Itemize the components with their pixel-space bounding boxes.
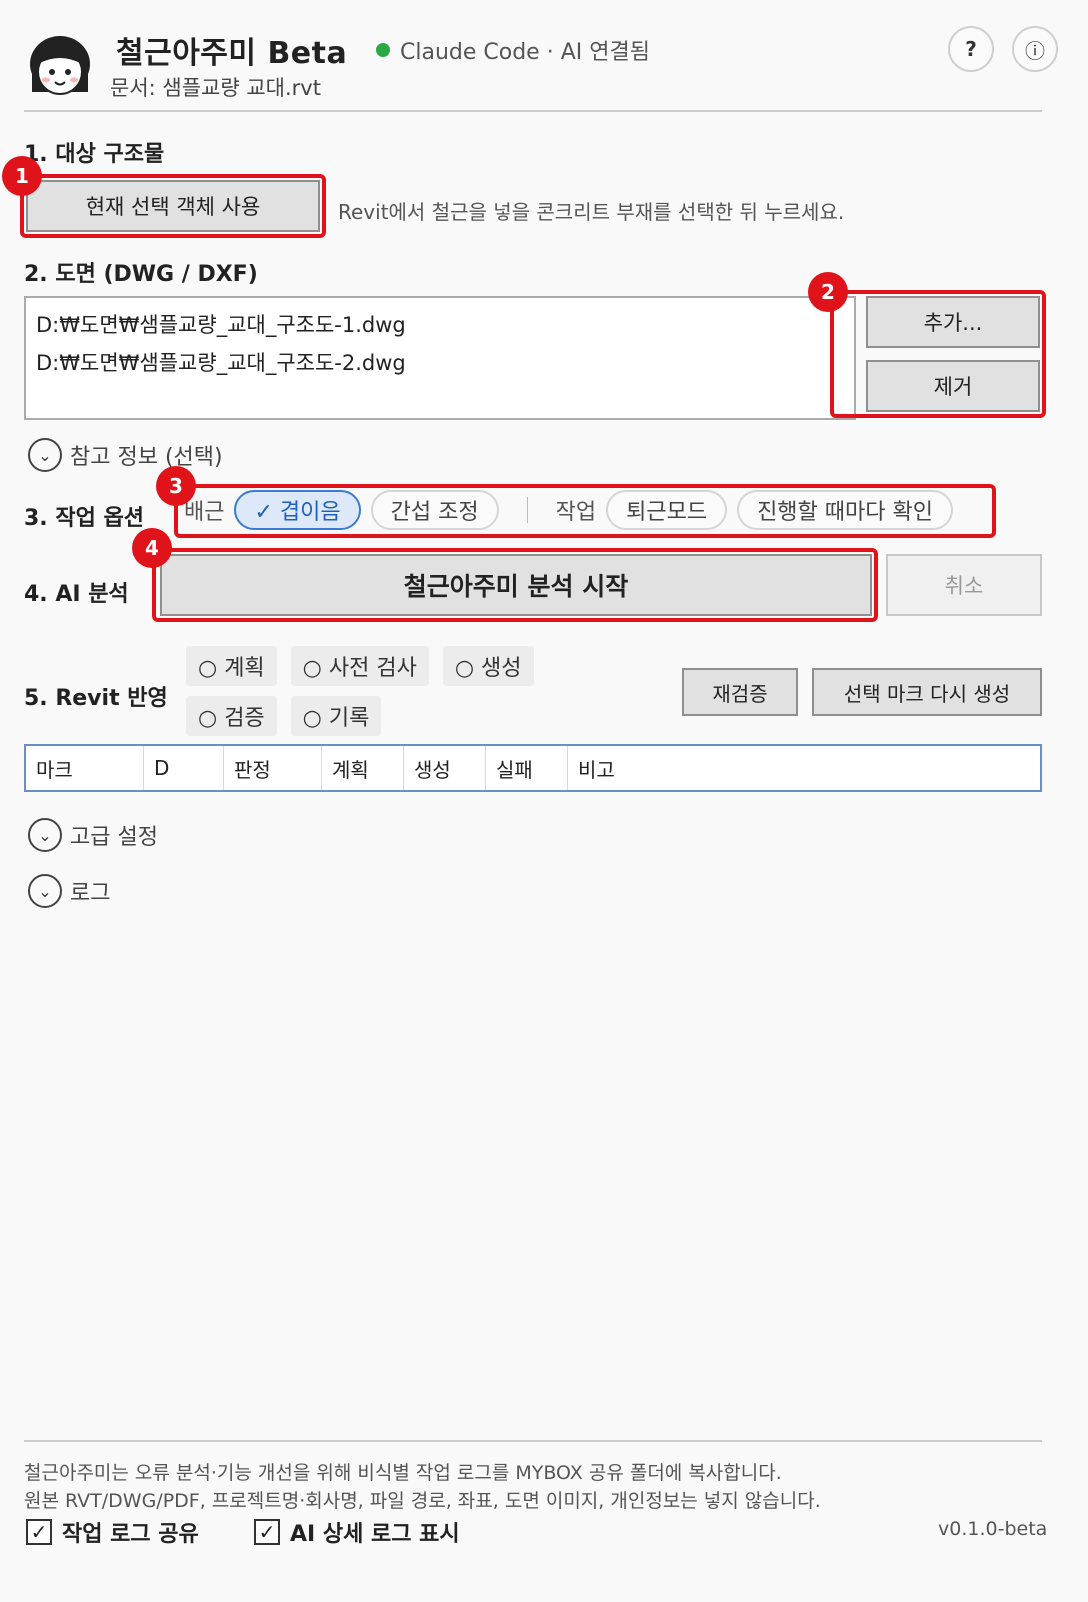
section-3-title: 3. 작업 옵션 [24,506,144,531]
app-avatar-icon [24,30,96,102]
chevron-down-icon: ⌄ [28,438,62,472]
step-plan: ○ 계획 [186,646,277,686]
section-4-title: 4. AI 분석 [24,582,129,607]
list-item[interactable]: D:₩도면₩샘플교량_교대_구조도-1.dwg [36,306,844,344]
column-header-plan[interactable]: 계획 [322,746,404,790]
info-button[interactable]: ⓘ [1012,26,1058,72]
start-analysis-button[interactable]: 철근아주미 분석 시작 [160,554,872,616]
header-divider [24,110,1042,112]
reverify-button[interactable]: 재검증 [682,668,798,716]
step-create: ○ 생성 [442,646,534,686]
column-header-diameter[interactable]: D [144,746,224,790]
column-header-failed[interactable]: 실패 [486,746,568,790]
share-log-checkbox[interactable]: ✓ 작업 로그 공유 [26,1516,199,1548]
share-log-label: 작업 로그 공유 [62,1522,199,1547]
add-drawing-button[interactable]: 추가... [866,296,1040,348]
badge-3: 3 [156,466,196,506]
reference-info-label: 참고 정보 (선택) [70,445,223,470]
work-options-row: 배근 ✓ 겹이음 간섭 조정 작업 퇴근모드 진행할 때마다 확인 [184,490,953,530]
privacy-notice-line-2: 원본 RVT/DWG/PDF, 프로젝트명·회사명, 파일 경로, 좌표, 도면… [24,1490,821,1512]
document-name: 문서: 샘플교량 교대.rvt [110,76,321,100]
privacy-notice-line-1: 철근아주미는 오류 분석·기능 개선을 위해 비식별 작업 로그를 MYBOX … [24,1462,782,1484]
log-label: 로그 [70,881,111,906]
badge-2: 2 [808,272,848,312]
badge-4: 4 [132,528,172,568]
lap-splice-toggle[interactable]: ✓ 겹이음 [234,490,361,530]
step-record: ○ 기록 [290,696,382,736]
version-label: v0.1.0-beta [938,1518,1048,1540]
help-button[interactable]: ? [948,26,994,72]
step-verify: ○ 검증 [186,696,277,736]
chevron-down-icon: ⌄ [28,818,62,852]
log-expander[interactable]: ⌄ 로그 [28,874,110,908]
app-title: 철근아주미 Beta [116,36,348,71]
remove-drawing-button[interactable]: 제거 [866,360,1040,412]
after-hours-mode-toggle[interactable]: 퇴근모드 [606,490,728,530]
option-divider [526,497,528,523]
section-2-title: 2. 도면 (DWG / DXF) [24,262,258,287]
reference-info-expander[interactable]: ⌄ 참고 정보 (선택) [28,438,223,472]
status-dot-icon [376,43,390,57]
info-icon: ⓘ [1025,38,1045,63]
drawing-file-list[interactable]: D:₩도면₩샘플교량_교대_구조도-1.dwg D:₩도면₩샘플교량_교대_구조… [24,296,856,420]
chevron-down-icon: ⌄ [28,874,62,908]
badge-1: 1 [2,156,42,196]
connection-status: Claude Code · AI 연결됨 [376,34,650,66]
ai-detail-log-checkbox[interactable]: ✓ AI 상세 로그 표시 [254,1516,460,1548]
advanced-settings-expander[interactable]: ⌄ 고급 설정 [28,818,158,852]
column-header-mark[interactable]: 마크 [26,746,144,790]
step-precheck: ○ 사전 검사 [290,646,429,686]
column-header-judgment[interactable]: 판정 [224,746,322,790]
confirm-each-step-toggle[interactable]: 진행할 때마다 확인 [737,490,953,530]
cancel-button[interactable]: 취소 [886,554,1042,616]
steps-row-1: ○ 계획 ○ 사전 검사 ○ 생성 [186,646,534,686]
checkbox-checked-icon: ✓ [254,1519,280,1545]
list-item[interactable]: D:₩도면₩샘플교량_교대_구조도-2.dwg [36,344,844,382]
column-header-created[interactable]: 생성 [404,746,486,790]
results-table-header: 마크 D 판정 계획 생성 실패 비고 [24,744,1042,792]
regenerate-selected-marks-button[interactable]: 선택 마크 다시 생성 [812,668,1042,716]
section-1-hint: Revit에서 철근을 넣을 콘크리트 부재를 선택한 뒤 누르세요. [338,200,845,224]
checkbox-checked-icon: ✓ [26,1519,52,1545]
section-5-title: 5. Revit 반영 [24,686,168,711]
use-current-selection-button[interactable]: 현재 선택 객체 사용 [26,180,320,232]
status-text: Claude Code · AI 연결됨 [400,40,650,65]
clash-adjust-toggle[interactable]: 간섭 조정 [370,490,499,530]
footer-divider [24,1440,1042,1442]
advanced-settings-label: 고급 설정 [70,825,158,850]
work-mode-label: 작업 [555,500,597,525]
steps-row-2: ○ 검증 ○ 기록 [186,696,382,736]
ai-detail-log-label: AI 상세 로그 표시 [290,1522,460,1547]
section-1-title: 1. 대상 구조물 [24,142,165,167]
column-header-notes[interactable]: 비고 [568,746,1040,790]
